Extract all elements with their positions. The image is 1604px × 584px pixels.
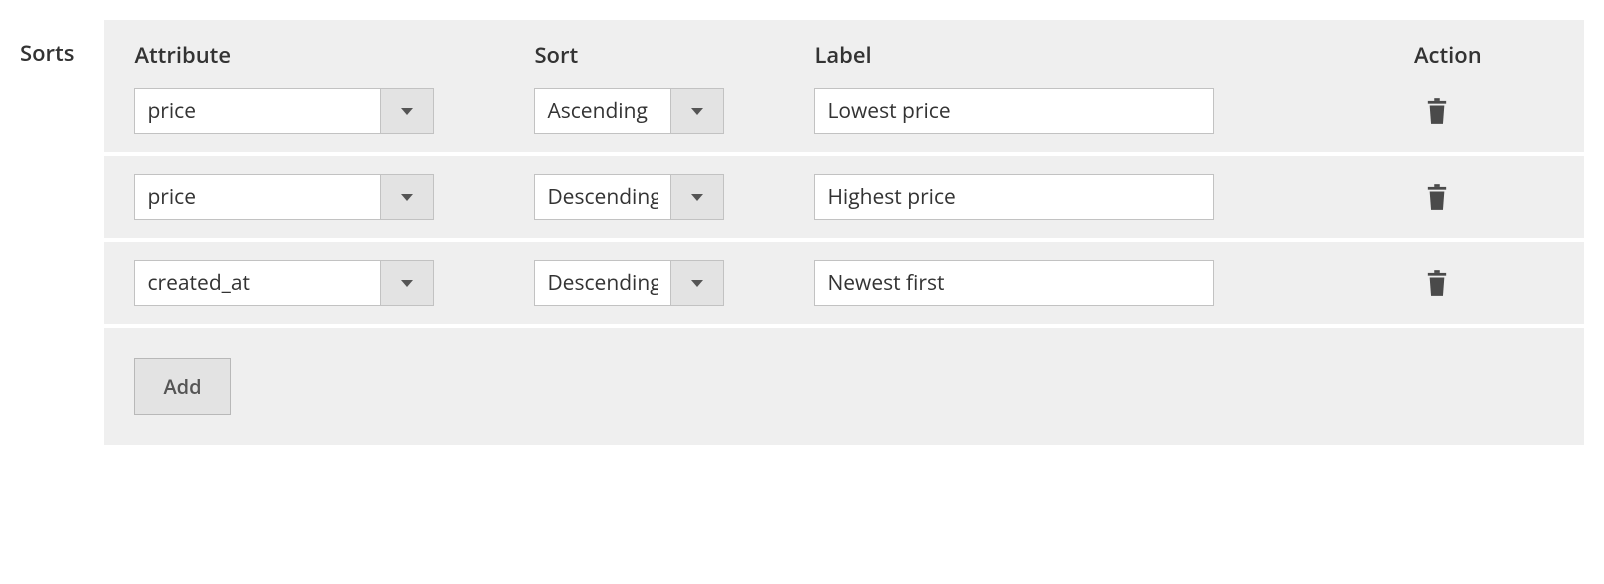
- sort-dropdown-toggle[interactable]: [670, 260, 724, 306]
- attribute-select[interactable]: [134, 174, 434, 220]
- attribute-input[interactable]: [134, 174, 380, 220]
- trash-icon: [1426, 98, 1448, 124]
- trash-icon: [1426, 184, 1448, 210]
- col-sort: Sort: [534, 40, 784, 70]
- add-button[interactable]: Add: [134, 358, 230, 415]
- chevron-down-icon: [401, 280, 413, 287]
- footer-row: Add: [104, 324, 1584, 445]
- table-header: Attribute Sort Label Action: [104, 20, 1584, 88]
- sort-select[interactable]: [534, 88, 724, 134]
- attribute-dropdown-toggle[interactable]: [380, 260, 434, 306]
- chevron-down-icon: [691, 280, 703, 287]
- label-input[interactable]: [814, 174, 1214, 220]
- delete-button[interactable]: [1422, 180, 1452, 214]
- sort-dropdown-toggle[interactable]: [670, 174, 724, 220]
- section-label: Sorts: [20, 20, 74, 68]
- attribute-dropdown-toggle[interactable]: [380, 174, 434, 220]
- sort-dropdown-toggle[interactable]: [670, 88, 724, 134]
- table-row: [104, 152, 1584, 238]
- attribute-input[interactable]: [134, 88, 380, 134]
- table-row: [104, 88, 1584, 152]
- attribute-dropdown-toggle[interactable]: [380, 88, 434, 134]
- chevron-down-icon: [401, 108, 413, 115]
- chevron-down-icon: [691, 108, 703, 115]
- attribute-select[interactable]: [134, 260, 434, 306]
- sorts-panel: Attribute Sort Label Action: [104, 20, 1584, 445]
- sort-input[interactable]: [534, 88, 670, 134]
- col-attribute: Attribute: [134, 40, 504, 70]
- sort-select[interactable]: [534, 260, 724, 306]
- sort-select[interactable]: [534, 174, 724, 220]
- chevron-down-icon: [691, 194, 703, 201]
- trash-icon: [1426, 270, 1448, 296]
- table-row: [104, 238, 1584, 324]
- sort-input[interactable]: [534, 260, 670, 306]
- col-action: Action: [1414, 40, 1554, 70]
- label-input[interactable]: [814, 260, 1214, 306]
- attribute-select[interactable]: [134, 88, 434, 134]
- sort-input[interactable]: [534, 174, 670, 220]
- col-label: Label: [814, 40, 1384, 70]
- chevron-down-icon: [401, 194, 413, 201]
- sorts-config-panel: Sorts Attribute Sort Label Action: [20, 20, 1584, 445]
- attribute-input[interactable]: [134, 260, 380, 306]
- label-input[interactable]: [814, 88, 1214, 134]
- delete-button[interactable]: [1422, 94, 1452, 128]
- delete-button[interactable]: [1422, 266, 1452, 300]
